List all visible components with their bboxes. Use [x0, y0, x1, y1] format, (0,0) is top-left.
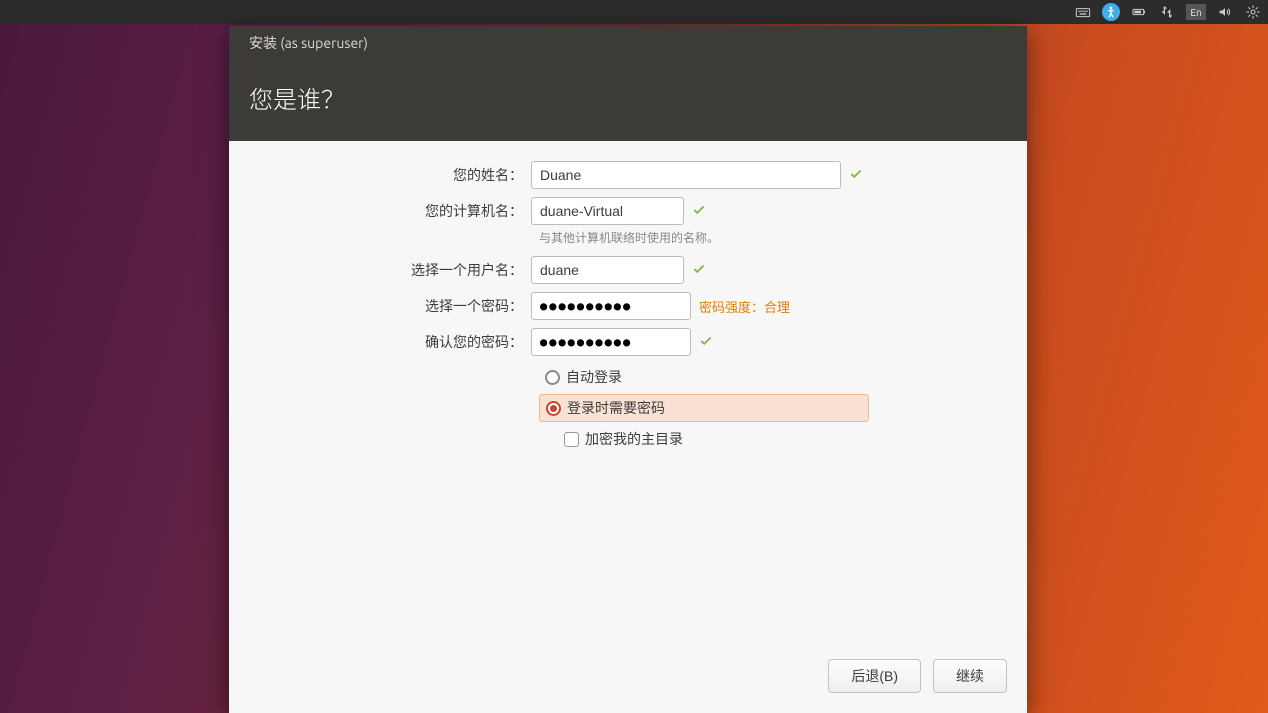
desktop-background: 安装 (as superuser) 您是谁？ 您的姓名： 您的计算机名： 与其他… — [0, 24, 1268, 713]
name-row: 您的姓名： — [249, 161, 907, 189]
name-valid-icon — [849, 167, 863, 184]
page-heading-area: 您是谁？ — [229, 60, 1027, 141]
username-label: 选择一个用户名： — [249, 260, 531, 280]
confirm-input[interactable] — [531, 328, 691, 356]
computer-input[interactable] — [531, 197, 684, 225]
back-button[interactable]: 后退(B) — [828, 659, 921, 693]
encrypt-home-label: 加密我的主目录 — [585, 429, 683, 449]
password-input[interactable] — [531, 292, 691, 320]
username-row: 选择一个用户名： — [249, 256, 907, 284]
input-language-indicator[interactable]: En — [1186, 4, 1206, 20]
battery-icon[interactable] — [1130, 3, 1148, 21]
require-password-label: 登录时需要密码 — [567, 398, 665, 418]
username-valid-icon — [692, 262, 706, 279]
require-password-option[interactable]: 登录时需要密码 — [539, 394, 869, 422]
confirm-valid-icon — [699, 334, 713, 351]
confirm-row: 确认您的密码： — [249, 328, 907, 356]
auto-login-radio[interactable] — [545, 370, 560, 385]
keyboard-icon[interactable] — [1074, 3, 1092, 21]
system-topbar: En — [0, 0, 1268, 24]
auto-login-option[interactable]: 自动登录 — [539, 364, 907, 390]
computer-hint: 与其他计算机联络时使用的名称。 — [539, 229, 907, 246]
computer-row: 您的计算机名： — [249, 197, 907, 225]
continue-button[interactable]: 继续 — [933, 659, 1007, 693]
password-label: 选择一个密码： — [249, 296, 531, 316]
lang-text: En — [1190, 7, 1201, 18]
password-row: 选择一个密码： 密码强度：合理 — [249, 292, 907, 320]
username-input[interactable] — [531, 256, 684, 284]
encrypt-home-checkbox[interactable] — [564, 432, 579, 447]
form-content: 您的姓名： 您的计算机名： 与其他计算机联络时使用的名称。 选择一个用户名： — [229, 141, 1027, 647]
radio-inner-dot — [550, 405, 557, 412]
accessibility-icon[interactable] — [1102, 3, 1120, 21]
computer-label: 您的计算机名： — [249, 201, 531, 221]
confirm-label: 确认您的密码： — [249, 332, 531, 352]
password-strength: 密码强度：合理 — [699, 297, 790, 316]
installer-window: 安装 (as superuser) 您是谁？ 您的姓名： 您的计算机名： 与其他… — [229, 26, 1027, 713]
network-icon[interactable] — [1158, 3, 1176, 21]
name-label: 您的姓名： — [249, 165, 531, 185]
volume-icon[interactable] — [1216, 3, 1234, 21]
auto-login-label: 自动登录 — [566, 367, 622, 387]
name-input[interactable] — [531, 161, 841, 189]
page-title: 您是谁？ — [249, 86, 345, 113]
computer-valid-icon — [692, 203, 706, 220]
require-password-radio[interactable] — [546, 401, 561, 416]
encrypt-home-option[interactable]: 加密我的主目录 — [539, 426, 907, 452]
window-footer: 后退(B) 继续 — [229, 647, 1027, 713]
window-title: 安装 (as superuser) — [249, 35, 368, 51]
settings-gear-icon[interactable] — [1244, 3, 1262, 21]
window-titlebar[interactable]: 安装 (as superuser) — [229, 26, 1027, 60]
